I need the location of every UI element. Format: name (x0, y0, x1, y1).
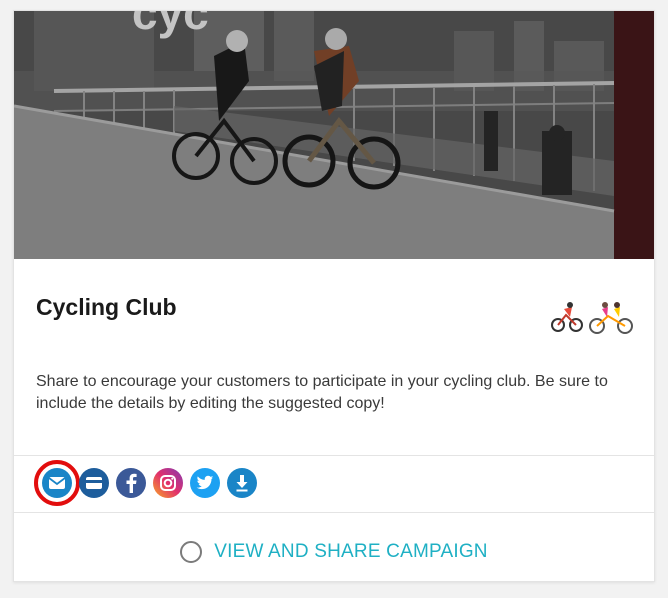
radio-circle-icon[interactable] (180, 541, 203, 563)
card-share-button[interactable] (79, 468, 109, 498)
download-share-button[interactable] (227, 468, 257, 498)
campaign-emojis (550, 301, 634, 340)
divider (14, 512, 654, 513)
share-buttons (34, 460, 257, 506)
view-and-share-campaign-label: VIEW AND SHARE CAMPAIGN (214, 541, 488, 562)
campaign-card: cyc Cycling Club Share to encourage your… (13, 10, 655, 582)
view-and-share-campaign-button[interactable]: VIEW AND SHARE CAMPAIGN (14, 523, 654, 581)
download-icon (236, 475, 248, 492)
twitter-icon (196, 475, 214, 490)
email-share-button[interactable] (34, 460, 80, 506)
card-icon (86, 477, 102, 489)
campaign-title: Cycling Club (36, 294, 177, 320)
instagram-icon (160, 475, 176, 491)
instagram-share-button[interactable] (153, 468, 183, 498)
tandem-bicycle-emoji (588, 301, 634, 340)
email-icon (48, 477, 66, 489)
divider (14, 455, 654, 456)
facebook-share-button[interactable] (116, 468, 146, 498)
campaign-description: Share to encourage your customers to par… (36, 373, 608, 412)
facebook-icon (126, 473, 137, 493)
twitter-share-button[interactable] (190, 468, 220, 498)
cyclist-emoji (550, 301, 584, 340)
campaign-hero-image: cyc (14, 11, 654, 259)
